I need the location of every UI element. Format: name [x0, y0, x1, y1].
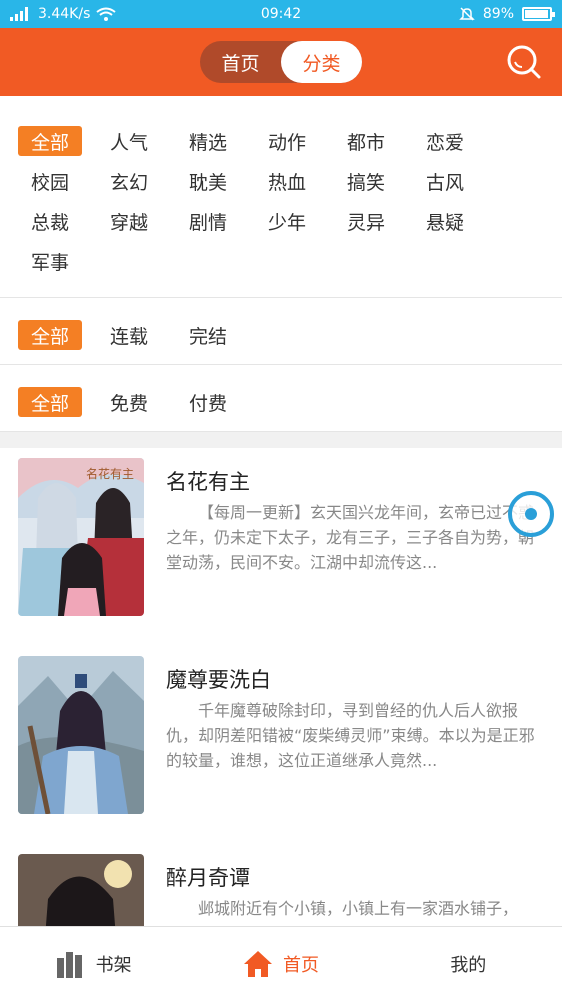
category-chip[interactable]: 军事	[18, 246, 82, 276]
tab-bookshelf-label: 书架	[95, 954, 132, 976]
category-filter: 全部 人气 精选 动作 都市 恋爱校园 玄幻 耽美 热血 搞笑 古风总裁 穿越 剧情 少年 灵异 悬疑军事	[0, 96, 562, 298]
bookshelf-icon	[56, 951, 82, 978]
tab-home[interactable]: 首页	[200, 41, 281, 83]
category-chip[interactable]: 都市	[334, 126, 398, 156]
book-cover	[18, 854, 144, 926]
tab-category[interactable]: 分类	[281, 41, 362, 83]
tab-mine[interactable]: 我的	[375, 927, 562, 1000]
category-chip[interactable]: 校园	[18, 166, 82, 196]
price-chip[interactable]: 免费	[97, 387, 161, 417]
status-chip[interactable]: 全部	[18, 320, 82, 350]
home-icon	[243, 950, 272, 977]
book-description: 【每周一更新】玄天国兴龙年间，玄帝已过不惑之年，仍未定下太子，龙有三子，三子各自…	[166, 503, 535, 572]
floating-touch-button[interactable]	[508, 491, 554, 537]
category-chip[interactable]: 古风	[413, 166, 477, 196]
wifi-icon	[96, 7, 116, 21]
status-chip[interactable]: 连载	[97, 320, 161, 350]
category-chip[interactable]: 少年	[255, 206, 319, 236]
book-description: 邺城附近有个小镇，小镇上有一家酒水铺子，	[198, 899, 519, 918]
category-chip[interactable]: 穿越	[97, 206, 161, 236]
list-item[interactable]: 醉月奇谭 邺城附近有个小镇，小镇上有一家酒水铺子，	[0, 844, 562, 926]
list-item[interactable]: 名花有主 名花有主 【每周一更新】玄天国兴龙年间，玄帝已过不惑之年，仍未定下太子…	[0, 448, 562, 646]
network-speed: 3.44K/s	[38, 6, 91, 22]
signal-icon	[10, 7, 28, 21]
category-chip[interactable]: 总裁	[18, 206, 82, 236]
search-icon	[507, 45, 541, 79]
price-filter: 全部 免费 付费	[0, 365, 562, 432]
price-chip[interactable]: 全部	[18, 387, 82, 417]
book-cover	[18, 656, 144, 814]
category-chip[interactable]: 剧情	[176, 206, 240, 236]
app-header: 首页 分类	[0, 28, 562, 96]
status-bar: 3.44K/s 09:42 89%	[0, 0, 562, 28]
category-chip[interactable]: 热血	[255, 166, 319, 196]
tab-bookshelf[interactable]: 书架	[0, 927, 187, 1000]
category-chip[interactable]: 玄幻	[97, 166, 161, 196]
book-title: 魔尊要洗白	[166, 668, 271, 692]
category-chip[interactable]: 动作	[255, 126, 319, 156]
book-title: 醉月奇谭	[166, 866, 250, 890]
filter-panel: 全部 人气 精选 动作 都市 恋爱 校园 玄幻 耽美 热血 搞笑 古风 总裁 穿越 剧情 少年 灵异 悬疑 军事 全…	[0, 96, 562, 432]
book-title: 名花有主	[166, 470, 250, 494]
section-divider	[0, 432, 562, 448]
header-segmented-control: 首页 分类	[200, 41, 362, 83]
book-description: 千年魔尊破除封印，寻到曾经的仇人后人欲报仇，却阴差阳错被“废柴缚灵师”束缚。本以…	[166, 701, 535, 770]
list-item[interactable]: 魔尊要洗白 千年魔尊破除封印，寻到曾经的仇人后人欲报仇，却阴差阳错被“废柴缚灵师…	[0, 646, 562, 844]
status-filter: 全部 连载 完结	[0, 298, 562, 365]
tab-mine-label: 我的	[450, 954, 487, 976]
category-chip[interactable]: 悬疑	[413, 206, 477, 236]
category-chip[interactable]: 耽美	[176, 166, 240, 196]
book-cover: 名花有主	[18, 458, 144, 616]
svg-text:名花有主: 名花有主	[86, 466, 134, 481]
dot-icon	[525, 508, 537, 520]
status-chip[interactable]: 完结	[176, 320, 240, 350]
tab-home-label: 首页	[282, 954, 319, 976]
category-chip[interactable]: 精选	[176, 126, 240, 156]
category-chip[interactable]: 全部	[18, 126, 82, 156]
price-chip[interactable]: 付费	[176, 387, 240, 417]
category-chip[interactable]: 灵异	[334, 206, 398, 236]
tab-home-nav[interactable]: 首页	[187, 927, 374, 1000]
clock: 09:42	[260, 6, 302, 22]
bottom-tab-bar: 书架 首页 我的	[0, 926, 562, 1000]
battery-level	[525, 10, 549, 18]
category-chip[interactable]: 搞笑	[334, 166, 398, 196]
category-chip[interactable]: 人气	[97, 126, 161, 156]
battery-percent: 89%	[482, 6, 514, 22]
category-chip[interactable]: 恋爱	[413, 126, 477, 156]
book-list: 名花有主 名花有主 【每周一更新】玄天国兴龙年间，玄帝已过不惑之年，仍未定下太子…	[0, 448, 562, 926]
mute-bell-icon	[459, 7, 475, 21]
search-button[interactable]	[504, 42, 544, 82]
battery-icon	[522, 7, 555, 21]
